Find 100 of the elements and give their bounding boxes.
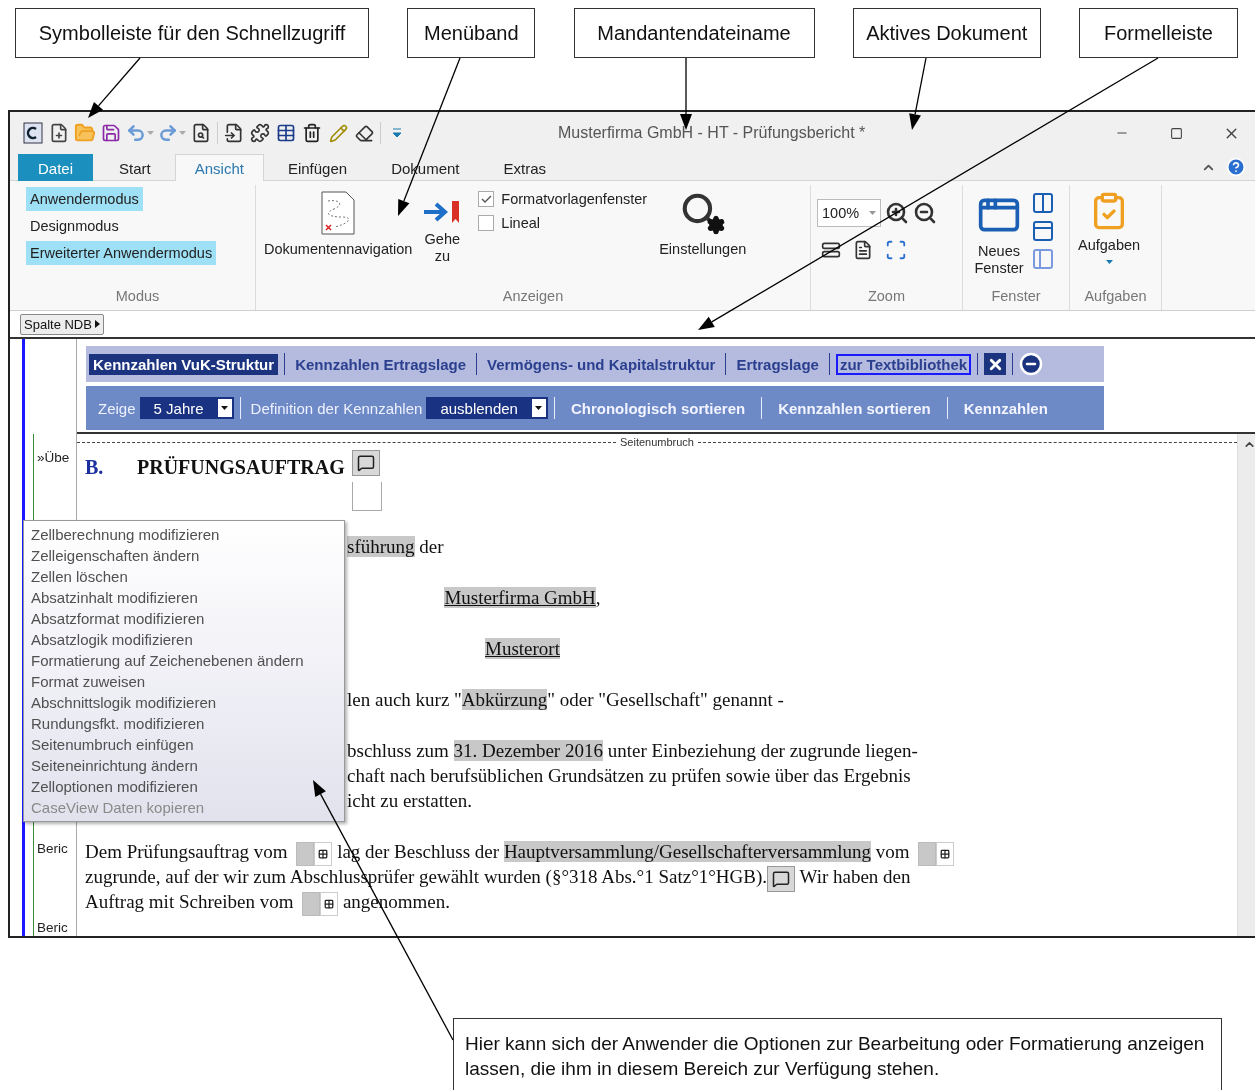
minus-circle-icon[interactable] [1019,352,1044,376]
comment-field[interactable] [351,482,382,511]
row-label: »Übe [37,450,70,465]
settings-button[interactable]: Einstellungen [657,185,749,259]
app-logo-icon[interactable] [23,122,43,144]
menu-item[interactable]: Absatzformat modifizieren [24,608,344,629]
group-label: Aufgaben [1083,288,1148,306]
help-button[interactable] [767,865,796,892]
zoom-out-icon[interactable] [913,201,937,225]
menu-item[interactable]: Zelleigenschaften ändern [24,545,344,566]
ribbon-tab[interactable]: Einfügen [267,154,368,181]
menu-item[interactable]: Absatzlogik modifizieren [24,629,344,650]
callout-label: Formelleiste [1079,8,1238,58]
grid-icon [318,848,329,859]
menu-item[interactable]: Rundungsfkt. modifizieren [24,713,344,734]
page-width-icon[interactable] [821,240,841,260]
nav-link[interactable]: Kennzahlen VuK-Struktur [89,353,279,375]
nav-link[interactable]: zur Textbibliothek [835,353,972,375]
calendar-button[interactable] [314,841,333,866]
group-label: Zoom [866,288,907,306]
page-icon[interactable] [853,240,873,260]
document-text: len auch kurz "Abkürzung" oder "Gesellschaft" genannt - [347,688,784,712]
callout-note: Hier kann sich der Anwender die Optionen zur Bearbeitung oder Formatierung anzeigen lassen, die ihm in diesem Bereich zur Verfügung stehen. [453,1018,1222,1090]
goto-button[interactable]: Gehe zu [420,185,465,266]
mode-option[interactable]: Designmodus [26,214,123,238]
nav-link[interactable]: Ertragslage [732,353,823,375]
option-select[interactable]: ausblenden [426,397,548,419]
redo-icon[interactable] [158,123,178,143]
column-button[interactable]: Spalte NDB [20,313,104,335]
callout-label: Aktives Dokument [852,8,1041,58]
save-icon[interactable] [101,123,121,143]
menu-item[interactable]: Seiteneinrichtung ändern [24,755,344,776]
checkbox-option[interactable]: Formatvorlagenfenster [478,191,648,207]
document-text: Musterfirma GmbH, [444,586,601,610]
ribbon-tab[interactable]: Ansicht [174,154,264,181]
callout-label: Menüband [407,8,536,58]
nav-link[interactable]: Vermögens- und Kapitalstruktur [483,353,720,375]
mode-option[interactable]: Anwendermodus [26,187,143,211]
document-text: sführung der [347,535,444,559]
date-field[interactable] [918,841,937,866]
section-title: PRÜFUNGSAUFTRAG [137,456,345,479]
page-fit-icon[interactable] [885,239,907,261]
menu-item[interactable]: Absatzinhalt modifizieren [24,587,344,608]
speech-bubble-icon [356,454,375,472]
grid-icon [324,898,335,909]
row-label: Beric [37,920,68,935]
zoom-in-icon[interactable] [885,201,909,225]
new-file-icon[interactable] [49,123,69,143]
date-field[interactable] [302,891,321,916]
calendar-button[interactable] [320,891,339,916]
menu-item[interactable]: Zelloptionen modifizieren [24,776,344,797]
calendar-button[interactable] [936,841,955,866]
date-field[interactable] [296,841,315,866]
option-label: Definition der Kennzahlen [250,399,423,417]
export-document-icon[interactable] [224,123,244,143]
pencil-icon[interactable] [328,123,348,143]
mode-option[interactable]: Erweiterter Anwendermodus [26,241,217,265]
ribbon-tab[interactable]: Start [99,154,171,181]
trash-icon[interactable] [302,123,322,143]
print-preview-icon[interactable] [191,123,211,143]
menu-item[interactable]: Zellberechnung modifizieren [24,524,344,545]
option-select[interactable]: 5 Jahre [139,397,234,419]
caret-icon [147,131,154,135]
grid-icon [940,848,951,859]
side-panel-icon[interactable] [1031,247,1055,271]
gear-icon [705,215,726,235]
zoom-select[interactable]: 100% [817,199,881,227]
navigation-button[interactable]: Dokumentennavigation [262,185,415,259]
new-window-button[interactable]: Neues Fenster [969,185,1029,278]
scrollbar[interactable] [1237,434,1255,936]
menu-item[interactable]: Zellen löschen [24,566,344,587]
caret-icon [535,406,543,410]
caret-icon [1105,260,1113,265]
split-horizontal-icon[interactable] [1031,219,1055,243]
puzzle-icon[interactable] [250,123,270,143]
menu-item[interactable]: Seitenumbruch einfügen [24,734,344,755]
file-tab[interactable]: Datei [18,154,94,181]
close-nav-button[interactable] [984,353,1007,375]
callout-label: Mandantendateiname [573,8,815,58]
maximize-icon[interactable] [1170,126,1183,140]
page-break-line: Seitenumbruch [77,434,1237,448]
customize-toolbar-icon[interactable] [393,128,401,138]
menu-item[interactable]: Format zuweisen [24,671,344,692]
eraser-icon[interactable] [354,123,374,143]
undo-icon[interactable] [126,123,146,143]
checkbox-option[interactable]: Lineal [478,215,648,231]
caret-icon [869,211,876,215]
split-vertical-icon[interactable] [1031,191,1055,215]
help-button[interactable] [351,450,380,476]
document-text: bschluss zum 31. Dezember 2016 unter Einbeziehung der zugrunde liegen- [347,739,918,763]
tasks-button[interactable]: Aufgaben [1076,185,1143,265]
nav-link[interactable]: Kennzahlen Ertragslage [291,353,470,375]
menu-item[interactable]: Formatierung auf Zeichenebenen ändern [24,650,344,671]
table-icon[interactable] [276,123,296,143]
menu-item[interactable]: Abschnittslogik modifizieren [24,692,344,713]
speech-bubble-icon [772,869,791,888]
callout-label: Symbolleiste für den Schnellzugriff [15,8,369,58]
help-icon[interactable] [1226,157,1246,177]
ribbon-tab[interactable]: Extras [483,154,567,181]
section-number: B. [85,456,105,479]
